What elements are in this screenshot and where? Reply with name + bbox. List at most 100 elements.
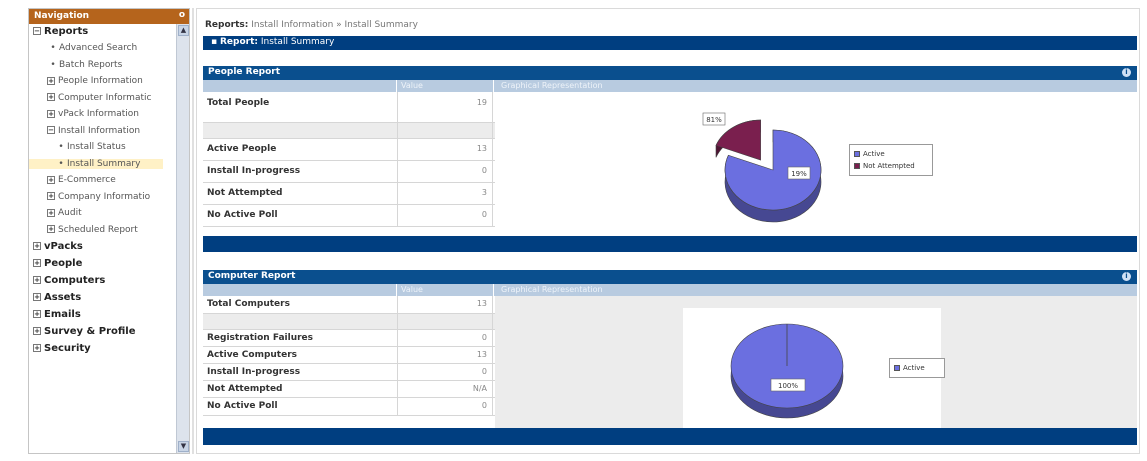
expand-icon[interactable]: + [47, 76, 55, 85]
nav-item-label: Computer Informatic [58, 92, 152, 103]
expand-icon[interactable]: + [47, 93, 55, 101]
scroll-up-icon[interactable]: ▲ [178, 25, 189, 36]
nav-item-label: Emails [44, 309, 81, 320]
nav-item-scheduled-report[interactable]: + Scheduled Report [29, 225, 138, 235]
row-value: 0 [397, 364, 493, 380]
table-row [203, 123, 495, 139]
expand-icon[interactable]: + [47, 192, 55, 200]
table-row: Not Attempted 3 [203, 183, 495, 205]
legend-label: Active [903, 364, 925, 372]
report-bar-prefix: Report: [219, 37, 258, 47]
value-column-label: Value [401, 285, 423, 294]
pie-label-text: 100% [778, 382, 798, 390]
nav-item-people-information[interactable]: + People Information [29, 76, 143, 86]
breadcrumb: Reports: Install Information » Install S… [205, 20, 418, 30]
row-value [397, 314, 493, 329]
row-label: Total People [207, 98, 270, 108]
computer-chart-legend: Active [889, 358, 945, 378]
nav-item-advanced-search[interactable]: • Advanced Search [29, 43, 137, 53]
nav-item-label: People [44, 258, 83, 269]
row-value: 0 [397, 161, 493, 182]
expand-icon[interactable]: + [33, 310, 41, 318]
nav-item-assets[interactable]: + Assets [29, 292, 81, 303]
computer-report-panel: Computer Report i Value Graphical Repres… [203, 270, 1137, 446]
row-value: 19 [397, 92, 493, 122]
row-value: 0 [397, 205, 493, 226]
people-chart-legend: Active Not Attempted [849, 144, 933, 176]
nav-item-label: Audit [58, 208, 82, 218]
nav-item-label: Computers [44, 275, 106, 286]
expand-icon[interactable]: + [33, 344, 41, 352]
expand-icon[interactable]: + [47, 225, 55, 233]
people-report-header: People Report i [203, 66, 1137, 80]
pie-slice-active[interactable] [730, 323, 844, 419]
computer-report-header: Computer Report i [203, 270, 1137, 284]
sidebar-scrollbar[interactable]: ▲ ▼ [176, 24, 189, 453]
navigation-title: Navigation [34, 11, 90, 21]
expand-icon[interactable]: + [33, 242, 41, 250]
value-column-label: Value [401, 81, 423, 90]
legend-label: Not Attempted [863, 162, 915, 170]
nav-item-install-status[interactable]: • Install Status [29, 142, 126, 152]
nav-item-company-informatio[interactable]: + Company Informatio [29, 192, 150, 202]
nav-item-label: Advanced Search [59, 43, 138, 53]
legend-label: Active [863, 150, 885, 158]
expand-icon[interactable]: + [33, 276, 41, 284]
panel-toggle-icon[interactable]: i [1122, 68, 1131, 77]
table-row [203, 314, 495, 330]
breadcrumb-path[interactable]: Install Information » Install Summary [251, 20, 418, 30]
pie-slice-not-attempted[interactable] [715, 119, 761, 161]
nav-item-computer-informatic[interactable]: + Computer Informatic [29, 93, 151, 103]
nav-item-install-information[interactable]: − Install Information [29, 126, 140, 136]
nav-item-vpack-information[interactable]: + vPack Information [29, 109, 139, 119]
computer-column-header: Value Graphical Representation [203, 284, 1137, 296]
people-chart-area: 81% 19% Active Not Attempted [495, 92, 1137, 236]
navigation-panel: Navigation o − Reports • Advanced Search • Ba… [28, 8, 190, 454]
nav-item-survey-profile[interactable]: + Survey & Profile [29, 326, 136, 337]
nav-item-label: Batch Reports [59, 59, 123, 70]
row-value: 13 [397, 347, 493, 363]
expand-icon[interactable]: + [33, 327, 41, 335]
expand-icon[interactable]: + [33, 293, 41, 301]
bullet-icon: • [58, 142, 64, 152]
expand-icon[interactable]: + [47, 208, 55, 217]
nav-item-security[interactable]: + Security [29, 343, 91, 354]
row-label: Install In-progress [207, 367, 301, 377]
nav-item-vpacks[interactable]: + vPacks [29, 241, 83, 252]
nav-item-audit[interactable]: + Audit [29, 208, 82, 218]
computer-pie-chart: 100% [730, 323, 844, 419]
nav-item-label: Install Summary [67, 158, 141, 169]
nav-item-emails[interactable]: + Emails [29, 309, 81, 320]
collapse-icon[interactable]: − [47, 126, 55, 134]
main-content: Reports: Install Information » Install S… [196, 8, 1140, 454]
people-column-header: Value Graphical Representation [203, 80, 1137, 92]
nav-item-computers[interactable]: + Computers [29, 275, 105, 286]
computer-chart-area: 100% Active [495, 296, 1137, 428]
row-label: Install In-progress [207, 166, 301, 176]
row-value: 3 [397, 183, 493, 204]
bullet-icon: • [58, 158, 64, 169]
pie-label-text: 81% [706, 116, 722, 124]
nav-item-reports[interactable]: − Reports [29, 26, 88, 37]
table-row: No Active Poll 0 [203, 398, 495, 416]
collapse-icon[interactable]: − [33, 27, 41, 35]
expand-icon[interactable]: + [47, 175, 55, 184]
nav-item-install-summary[interactable]: • Install Summary [29, 158, 163, 169]
nav-item-batch-reports[interactable]: • Batch Reports [29, 60, 122, 70]
nav-item-e-commerce[interactable]: + E-Commerce [29, 175, 116, 185]
nav-item-label: Install Status [67, 142, 126, 152]
nav-item-label: vPacks [44, 241, 83, 252]
row-value: N/A [397, 381, 493, 397]
row-value [397, 123, 493, 138]
nav-item-people[interactable]: + People [29, 258, 82, 269]
table-row: Install In-progress 0 [203, 161, 495, 183]
table-row: Registration Failures 0 [203, 330, 495, 347]
close-icon[interactable]: o [179, 10, 185, 20]
panel-toggle-icon[interactable]: i [1122, 272, 1131, 281]
expand-icon[interactable]: + [33, 259, 41, 267]
navigation-header: Navigation o [29, 9, 189, 24]
scroll-down-icon[interactable]: ▼ [178, 441, 189, 452]
expand-icon[interactable]: + [47, 109, 55, 118]
panel-splitter[interactable] [192, 8, 194, 454]
nav-item-label: Scheduled Report [58, 224, 138, 235]
